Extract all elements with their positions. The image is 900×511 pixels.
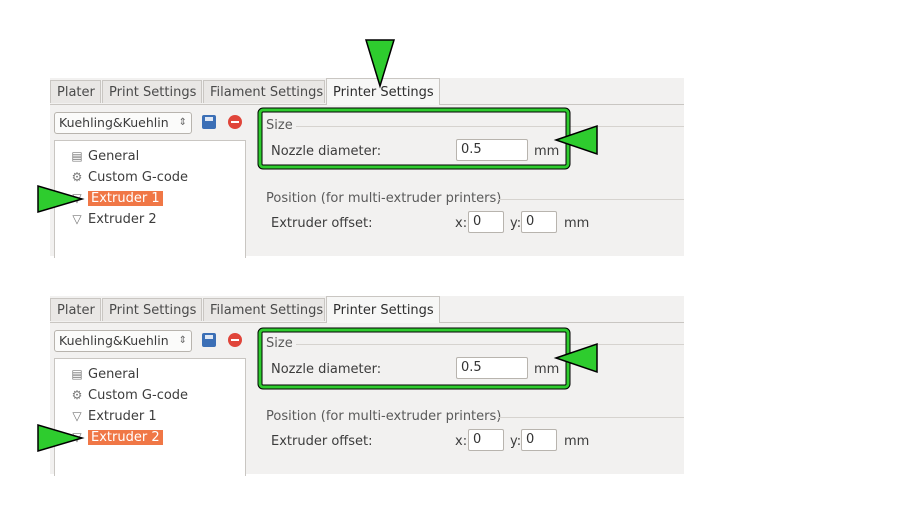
size-highlight-box [258,328,570,389]
size-highlight-box [257,107,571,170]
arrow-left-icon [553,342,598,374]
annotation-layer [37,39,598,453]
arrow-down-icon [364,39,396,89]
arrow-right-icon [37,423,85,453]
arrow-right-icon [37,184,85,214]
arrow-left-icon [553,124,598,156]
size-highlight-box [257,327,571,390]
size-highlight-box [258,108,570,169]
